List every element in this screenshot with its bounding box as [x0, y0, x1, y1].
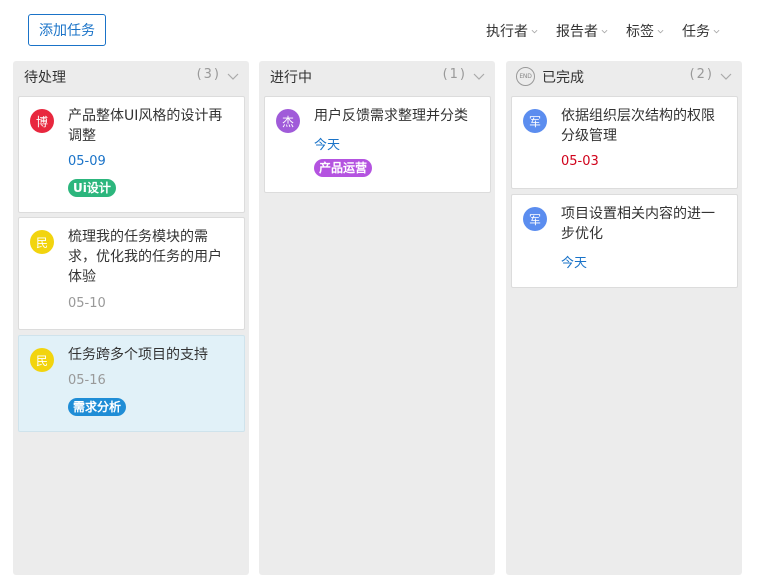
column-count: (3) [196, 67, 221, 82]
task-due-date: 今天 [314, 138, 341, 153]
filter-assignee[interactable]: 执行者 [486, 21, 538, 41]
task-card[interactable]: 军 项目设置相关内容的进一步优化 今天 [511, 194, 738, 288]
avatar: 军 [523, 109, 547, 133]
chevron-down-icon [657, 28, 664, 35]
column-todo: 待处理 (3) 博 产品整体UI风格的设计再调整 05-09 Ui设计 民 梳理… [13, 61, 249, 575]
task-due-date: 今天 [561, 256, 588, 271]
task-card[interactable]: 军 依据组织层次结构的权限分级管理 05-03 [511, 96, 738, 189]
column-title: 进行中 [270, 70, 312, 86]
task-title: 梳理我的任务模块的需求，优化我的任务的用户体验 [68, 229, 222, 285]
filter-tag[interactable]: 标签 [626, 21, 664, 41]
column-title: 已完成 [542, 70, 584, 86]
chevron-down-icon[interactable] [473, 71, 485, 81]
task-due-date: 05-03 [561, 154, 599, 169]
filter-assignee-label: 执行者 [486, 24, 528, 40]
filter-bar: 执行者 报告者 标签 任务 [486, 21, 720, 41]
task-title: 用户反馈需求整理并分类 [314, 108, 468, 124]
filter-task[interactable]: 任务 [682, 21, 720, 41]
chevron-down-icon[interactable] [720, 71, 732, 81]
task-card[interactable]: 博 产品整体UI风格的设计再调整 05-09 Ui设计 [18, 96, 245, 213]
task-card[interactable]: 民 任务跨多个项目的支持 05-16 需求分析 [18, 335, 245, 432]
task-due-date: 05-09 [68, 154, 106, 169]
end-icon: END [516, 67, 535, 86]
task-card[interactable]: 民 梳理我的任务模块的需求，优化我的任务的用户体验 05-10 [18, 217, 245, 330]
column-title: 待处理 [24, 70, 66, 86]
avatar: 杰 [276, 109, 300, 133]
chevron-down-icon[interactable] [227, 71, 239, 81]
top-bar: 添加任务 执行者 报告者 标签 任务 [0, 0, 757, 60]
task-title: 依据组织层次结构的权限分级管理 [561, 108, 715, 144]
filter-reporter-label: 报告者 [556, 24, 598, 40]
filter-reporter[interactable]: 报告者 [556, 21, 608, 41]
chevron-down-icon [713, 28, 720, 35]
avatar: 民 [30, 348, 54, 372]
column-count: (2) [689, 67, 714, 82]
column-count: (1) [442, 67, 467, 82]
task-title: 产品整体UI风格的设计再调整 [68, 108, 223, 144]
task-tag[interactable]: 需求分析 [68, 398, 127, 416]
task-tag[interactable]: 产品运营 [314, 159, 373, 177]
column-in-progress: 进行中 (1) 杰 用户反馈需求整理并分类 今天 产品运营 [259, 61, 495, 575]
avatar: 军 [523, 207, 547, 231]
chevron-down-icon [531, 28, 538, 35]
column-header: END 已完成 (2) [506, 61, 742, 91]
column-done: END 已完成 (2) 军 依据组织层次结构的权限分级管理 05-03 军 项目… [506, 61, 742, 575]
task-tag[interactable]: Ui设计 [68, 179, 116, 197]
column-header: 待处理 (3) [13, 61, 249, 91]
task-card[interactable]: 杰 用户反馈需求整理并分类 今天 产品运营 [264, 96, 491, 193]
task-due-date: 05-10 [68, 296, 106, 311]
add-task-button[interactable]: 添加任务 [28, 14, 106, 46]
task-title: 任务跨多个项目的支持 [68, 347, 208, 363]
task-title: 项目设置相关内容的进一步优化 [561, 206, 715, 242]
chevron-down-icon [601, 28, 608, 35]
filter-tag-label: 标签 [626, 24, 654, 40]
filter-task-label: 任务 [682, 24, 710, 40]
avatar: 博 [30, 109, 54, 133]
avatar: 民 [30, 230, 54, 254]
task-due-date: 05-16 [68, 373, 106, 388]
column-header: 进行中 (1) [259, 61, 495, 91]
